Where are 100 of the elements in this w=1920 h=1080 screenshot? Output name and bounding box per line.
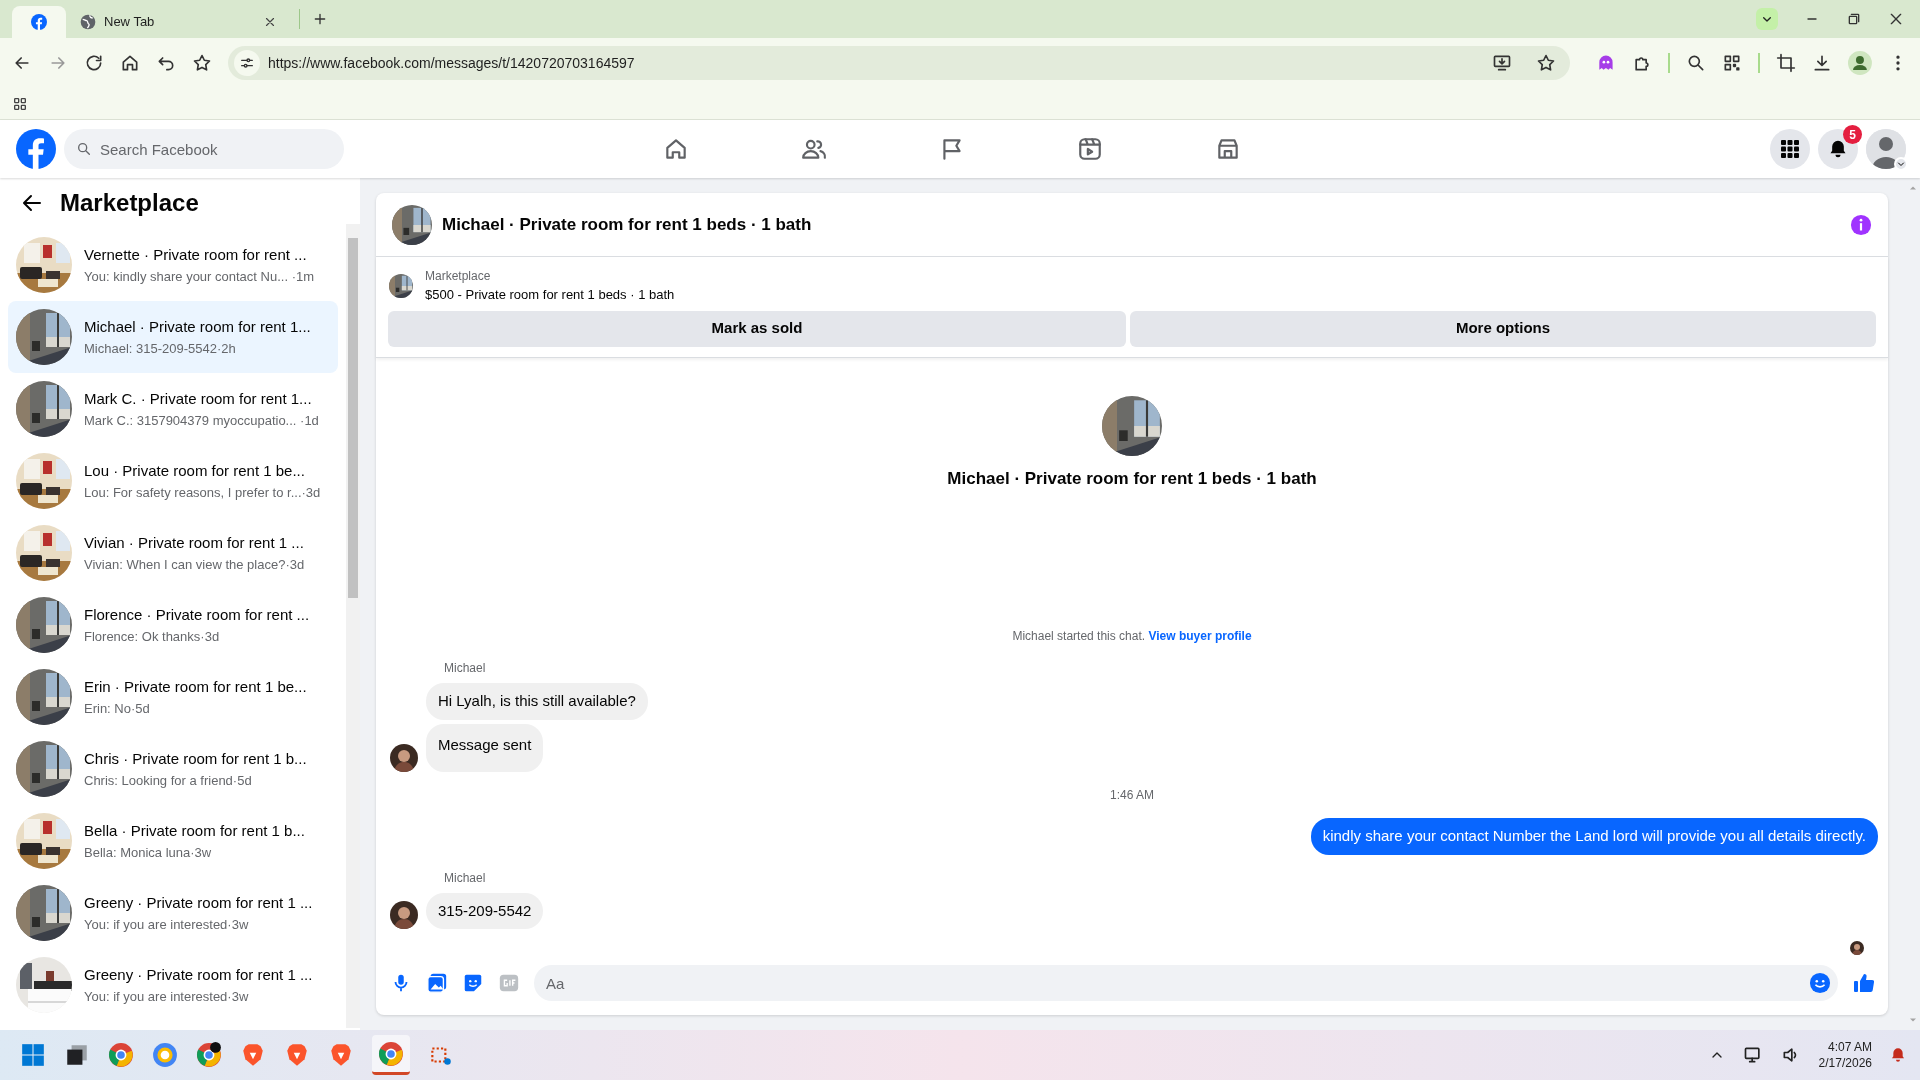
home-icon[interactable] (663, 136, 689, 162)
emoji-icon[interactable] (1809, 972, 1831, 994)
mark-as-sold-button[interactable]: Mark as sold (388, 310, 1126, 347)
sidebar-title: Marketplace (60, 188, 199, 218)
qr-code-icon[interactable] (1722, 53, 1743, 73)
conversation-preview: You: if you are interested (84, 987, 228, 1006)
bell-icon[interactable] (1890, 1047, 1906, 1063)
sticker-icon[interactable] (462, 972, 484, 994)
conversation-item[interactable]: Michael · Private room for rent 1... Michael: 315-209-5542·2h (8, 301, 338, 373)
reload-icon[interactable] (84, 53, 104, 73)
conversation-preview: Mark C.: 3157904379 myoccupatio... (84, 411, 297, 430)
timestamp: 1:46 AM (1110, 787, 1154, 804)
conversation-time: ·3w (227, 915, 249, 934)
avatar (390, 901, 418, 929)
taskbar-clock[interactable]: 4:07 AM 2/17/2026 (1818, 1039, 1872, 1071)
conversation-preview: You: kindly share your contact Nu... (84, 267, 289, 286)
facebook-logo-icon (31, 14, 47, 30)
conversation-time: ·3d (285, 555, 305, 574)
conversation-time: ·1m (290, 267, 315, 286)
notification-badge: 5 (1843, 125, 1862, 144)
conversation-time: ·2h (217, 339, 236, 358)
conversation-heading: Michael · Private room for rent 1 beds · 1 bath (947, 467, 1317, 490)
install-app-icon[interactable] (1492, 53, 1513, 73)
avatar (390, 744, 418, 772)
message-bubble: kindly share your contact Number the Land lord will provide you all details directly. (1310, 818, 1878, 855)
conversation-time: ·3d (301, 483, 321, 502)
windows-start-icon[interactable] (20, 1042, 46, 1068)
video-icon[interactable] (1077, 136, 1103, 162)
conversation-title: Mark C. · Private room for rent 1... (84, 389, 313, 409)
conversation-time: ·1d (299, 411, 319, 430)
conversation-preview: You: if you are interested (84, 915, 228, 934)
view-buyer-profile-link[interactable]: View buyer profile (1148, 629, 1252, 643)
conversation-title: Greeny · Private room for rent 1 ... (84, 893, 313, 913)
new-tab-icon[interactable] (312, 11, 328, 27)
conversation-time: ·3w (227, 987, 249, 1006)
chat-start-note: Michael started this chat. View buyer profile (1012, 628, 1252, 645)
search-field[interactable]: Search Facebook (64, 129, 344, 169)
conversation-title: Vivian · Private room for rent 1 ... (84, 533, 305, 553)
conversation-time: ·3d (200, 627, 220, 646)
active-app-button[interactable] (372, 1035, 410, 1075)
store-icon[interactable] (1215, 136, 1241, 162)
conversation-preview: Florence: Ok thanks (84, 627, 201, 646)
close-icon[interactable] (1888, 11, 1904, 27)
message-bubble: Hi Lyalh, is this still available? (426, 683, 648, 720)
conversation-title: Chris · Private room for rent 1 b... (84, 749, 307, 769)
grid-icon (1780, 139, 1800, 159)
brave-icon[interactable] (240, 1042, 266, 1068)
site-settings-icon[interactable] (239, 55, 255, 71)
home-icon[interactable] (120, 53, 140, 73)
brave-icon[interactable] (284, 1042, 310, 1068)
menu-button[interactable] (1770, 129, 1810, 169)
listing-label: Marketplace (425, 268, 492, 285)
conversation-preview: Lou: For safety reasons, I prefer to r... (84, 483, 302, 502)
thumbs-up-icon[interactable] (1852, 971, 1876, 995)
message-bubble: Message sent (426, 723, 544, 772)
conversation-preview: Bella: Monica luna (84, 843, 191, 862)
facebook-logo-icon[interactable] (16, 129, 56, 169)
apps-icon[interactable] (12, 95, 28, 112)
conversation-title: Erin · Private room for rent 1 be... (84, 677, 307, 697)
restore-icon[interactable] (1846, 11, 1862, 27)
bookmark-star-icon[interactable] (1536, 53, 1557, 73)
tab-search-button[interactable] (1756, 8, 1778, 30)
browser-tab[interactable]: New Tab (66, 6, 291, 38)
conversation-preview: Erin: No (84, 699, 131, 718)
conversation-preview: Michael: 315-209-5542 (84, 339, 217, 358)
avatar (1866, 129, 1906, 169)
network-icon[interactable] (1742, 1045, 1763, 1065)
star-icon[interactable] (192, 53, 212, 73)
conversation-title: Vernette · Private room for rent ... (84, 245, 308, 265)
bell-icon (1828, 139, 1848, 159)
conversation-time: ·3w (190, 843, 212, 862)
message-bubble: 315-209-5542 (426, 892, 544, 929)
more-options-button[interactable]: More options (1130, 310, 1876, 347)
image-icon[interactable] (426, 972, 448, 994)
crop-icon[interactable] (1776, 53, 1797, 73)
info-icon[interactable] (1850, 213, 1872, 236)
scrollbar[interactable] (346, 224, 360, 1028)
listing-detail: $500 - Private room for rent 1 beds · 1 bath (425, 286, 675, 304)
conversation-title: Lou · Private room for rent 1 be... (84, 461, 306, 481)
search-icon (76, 141, 92, 157)
task-view-icon[interactable] (64, 1042, 90, 1068)
conversation-title: Bella · Private room for rent 1 b... (84, 821, 305, 841)
conversation-title: Florence · Private room for rent ... (84, 605, 310, 625)
conversation-preview: Vivian: When I can view the place? (84, 555, 286, 574)
conversation-time: ·5d (232, 771, 252, 790)
address-bar[interactable]: https://www.facebook.com/messages/t/1420720703164597 (228, 46, 1571, 80)
conversation-title: Greeny · Private room for rent 1 ... (84, 965, 313, 985)
account-button[interactable] (1866, 129, 1906, 169)
conversation-time: ·5d (130, 699, 150, 718)
close-icon[interactable] (263, 15, 277, 29)
browser-tab[interactable] (12, 6, 66, 38)
profile-icon[interactable] (1848, 51, 1872, 75)
message-input[interactable]: Aa (534, 965, 1838, 1001)
url-text: https://www.facebook.com/messages/t/1420720703164597 (268, 53, 636, 73)
avatar (1850, 941, 1864, 955)
brave-icon[interactable] (328, 1042, 354, 1068)
conversation-title: Michael · Private room for rent 1... (84, 317, 311, 337)
globe-icon (80, 14, 96, 30)
sender-name: Michael (444, 661, 486, 675)
conversation-preview: Chris: Looking for a friend (84, 771, 233, 790)
